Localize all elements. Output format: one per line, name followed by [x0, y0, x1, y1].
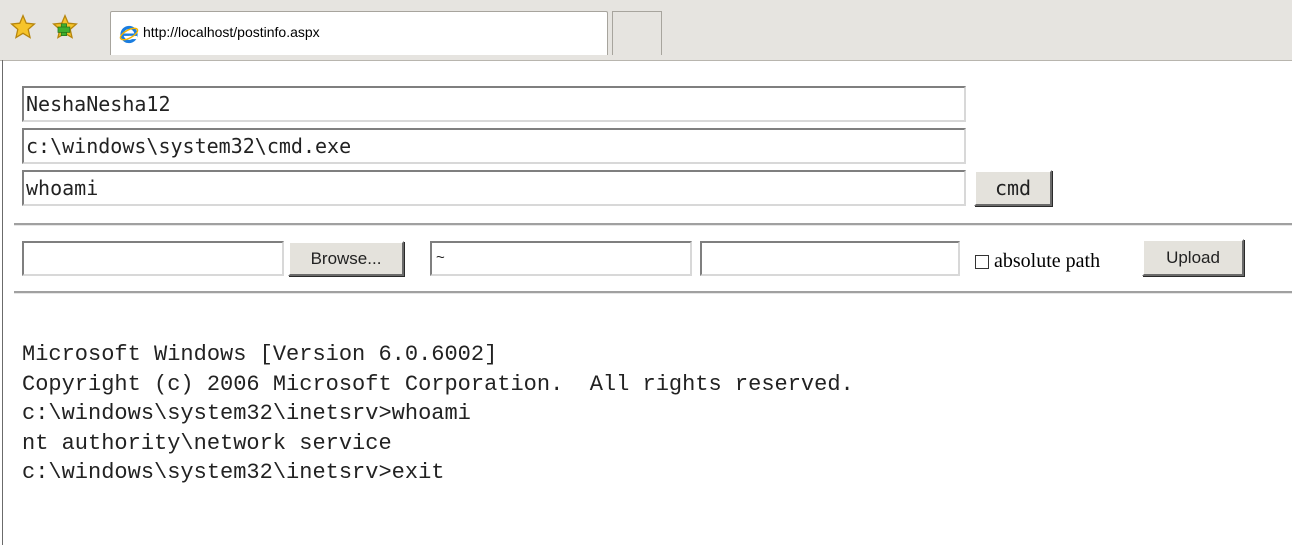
ie-page-icon	[119, 25, 139, 44]
program-path-input[interactable]	[22, 128, 966, 164]
browse-button[interactable]: Browse...	[288, 241, 404, 276]
command-output: Microsoft Windows [Version 6.0.6002] Copy…	[22, 340, 854, 488]
add-favorites-icon[interactable]	[52, 14, 78, 40]
target-directory-input[interactable]: ~	[430, 241, 692, 276]
output-line: Microsoft Windows [Version 6.0.6002]	[22, 342, 498, 367]
target-filename-input[interactable]	[700, 241, 960, 276]
absolute-path-checkbox[interactable]	[975, 255, 989, 269]
cmd-button[interactable]: cmd	[974, 170, 1052, 206]
tab-title: http://localhost/postinfo.aspx	[143, 24, 320, 40]
file-path-input[interactable]	[22, 241, 284, 276]
new-tab-button[interactable]	[612, 11, 662, 55]
output-line: c:\windows\system32\inetsrv>whoami	[22, 401, 471, 426]
browser-toolbar: http://localhost/postinfo.aspx	[0, 0, 1292, 61]
page-edge	[2, 60, 3, 545]
divider	[14, 291, 1292, 294]
upload-button[interactable]: Upload	[1142, 239, 1244, 276]
output-line: nt authority\network service	[22, 430, 392, 456]
command-input[interactable]	[22, 170, 966, 206]
password-input[interactable]	[22, 86, 966, 122]
browser-tab[interactable]: http://localhost/postinfo.aspx	[110, 11, 608, 55]
absolute-path-label: absolute path	[994, 250, 1101, 272]
output-line: Copyright (c) 2006 Microsoft Corporation…	[22, 371, 854, 397]
divider	[14, 223, 1292, 226]
favorites-star-icon[interactable]	[10, 14, 36, 40]
output-line: c:\windows\system32\inetsrv>exit	[22, 460, 445, 485]
